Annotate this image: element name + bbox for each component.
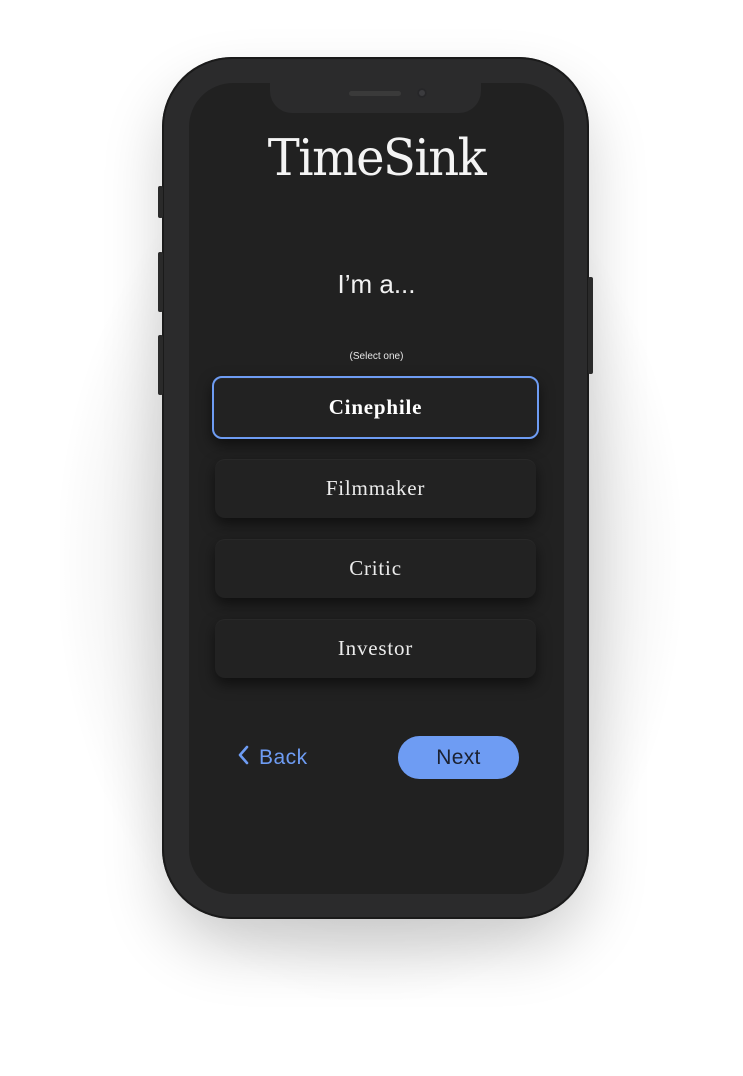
- option-label: Investor: [337, 636, 414, 660]
- notch: [270, 83, 481, 113]
- option-cinephile[interactable]: Cinephile: [212, 376, 539, 439]
- app-logo: TimeSink: [267, 128, 487, 188]
- option-label: Cinephile: [328, 395, 423, 419]
- volume-up-button: [158, 252, 163, 312]
- back-label: Back: [259, 746, 308, 769]
- power-button: [588, 277, 593, 374]
- chevron-left-icon: [237, 745, 249, 771]
- front-camera: [417, 88, 427, 98]
- back-button[interactable]: Back: [237, 742, 308, 774]
- option-label: Filmmaker: [325, 476, 426, 500]
- option-label: Critic: [349, 556, 402, 580]
- volume-down-button: [158, 335, 163, 395]
- page-heading: I’m a...: [337, 269, 416, 299]
- mute-switch: [158, 186, 163, 218]
- option-investor[interactable]: Investor: [215, 619, 536, 678]
- next-button[interactable]: Next: [398, 736, 519, 779]
- option-filmmaker[interactable]: Filmmaker: [215, 459, 536, 518]
- selection-hint: (Select one): [349, 351, 404, 362]
- option-critic[interactable]: Critic: [215, 539, 536, 598]
- speaker-grille: [349, 91, 401, 96]
